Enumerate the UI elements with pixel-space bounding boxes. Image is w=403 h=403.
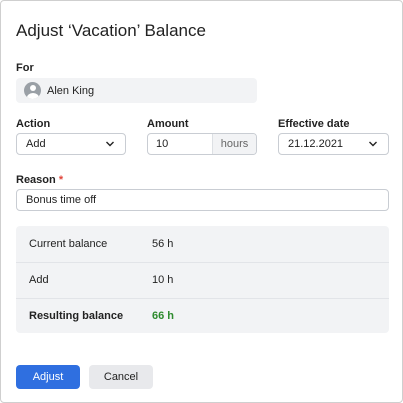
amount-label: Amount (147, 118, 189, 130)
cancel-button[interactable]: Cancel (89, 365, 153, 389)
chevron-down-icon (369, 141, 377, 147)
employee-name: Alen King (47, 84, 95, 97)
chevron-down-icon (106, 141, 114, 147)
reason-label-text: Reason (16, 174, 56, 186)
resulting-balance-label: Resulting balance (29, 310, 124, 322)
dialog-title: Adjust ‘Vacation’ Balance (16, 21, 206, 40)
amount-input[interactable]: 10 hours (147, 133, 257, 155)
current-balance-value: 56 h (152, 238, 174, 250)
add-label: Add (29, 274, 49, 286)
required-marker: * (58, 174, 64, 186)
balance-summary: Current balance 56 h Add 10 h Resulting … (16, 226, 389, 333)
employee-chip: Alen King (16, 78, 257, 103)
current-balance-label: Current balance (29, 238, 108, 250)
current-balance-row: Current balance 56 h (16, 226, 389, 262)
effective-date-select[interactable]: 21.12.2021 (278, 133, 389, 155)
add-row: Add 10 h (16, 262, 389, 298)
reason-label: Reason * (16, 174, 63, 186)
action-select[interactable]: Add (16, 133, 126, 155)
resulting-balance-value: 66 h (152, 310, 175, 322)
amount-value[interactable]: 10 (148, 134, 212, 154)
amount-unit: hours (212, 134, 256, 154)
effective-date-value: 21.12.2021 (288, 138, 344, 150)
adjust-balance-dialog: Adjust ‘Vacation’ Balance For Alen King … (0, 0, 403, 403)
action-select-value: Add (26, 138, 46, 150)
reason-value[interactable]: Bonus time off (17, 194, 388, 206)
effective-date-label: Effective date (278, 118, 350, 130)
resulting-balance-row: Resulting balance 66 h (16, 298, 389, 334)
avatar-icon (24, 82, 41, 99)
adjust-button[interactable]: Adjust (16, 365, 80, 389)
reason-input[interactable]: Bonus time off (16, 189, 389, 211)
action-label: Action (16, 118, 51, 130)
for-label: For (16, 62, 34, 74)
add-value: 10 h (152, 274, 174, 286)
